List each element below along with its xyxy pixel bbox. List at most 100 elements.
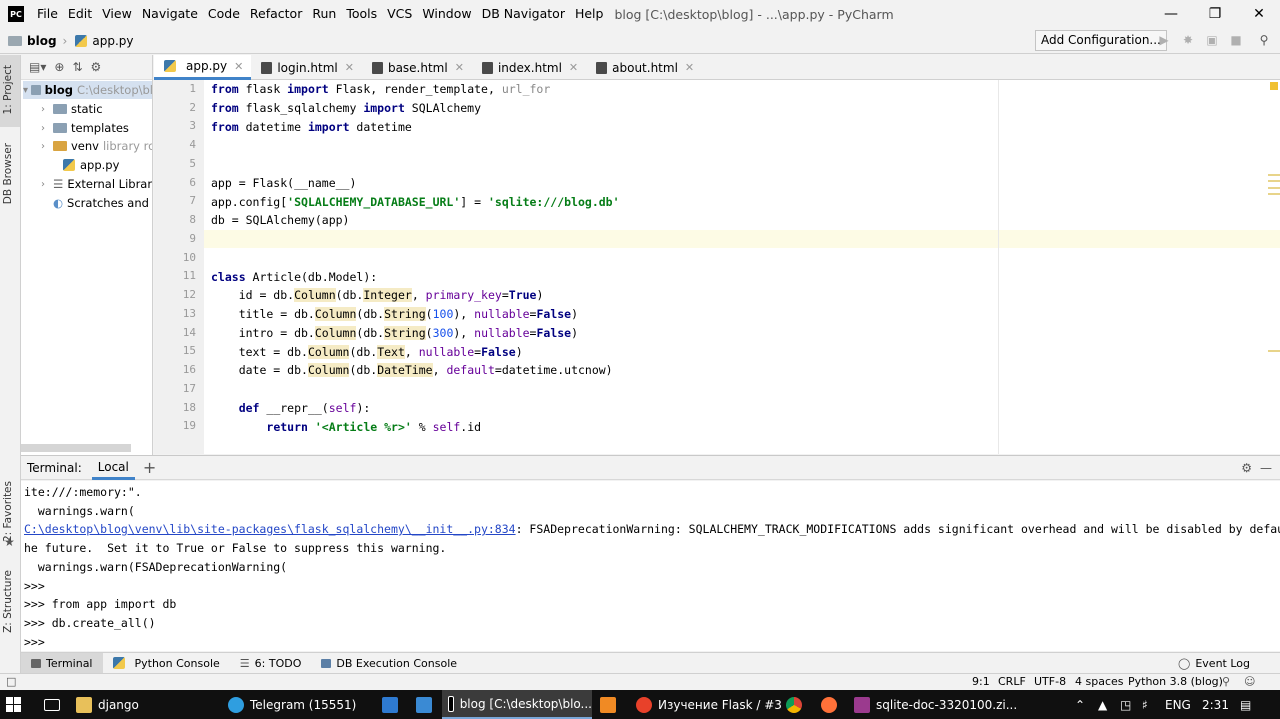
menu-run[interactable]: Run [307,0,341,28]
tab-index-html[interactable]: index.html ✕ [472,55,586,80]
line-number: 13 [182,307,196,320]
windows-start-icon[interactable] [6,690,21,719]
maximize-icon[interactable]: ❐ [1192,0,1238,28]
tool-tab-db-browser[interactable]: DB Browser [2,143,14,204]
indent-setting[interactable]: 4 spaces [1075,675,1124,688]
menu-code[interactable]: Code [203,0,245,28]
hide-panel-icon[interactable]: — [1260,461,1272,475]
search-icon[interactable]: ⚲ [1256,32,1272,48]
tray-network-icon[interactable]: ▲ [1098,690,1107,719]
collapse-icon[interactable]: ⇅ [72,60,82,74]
inspector-icon[interactable]: ☺ [1244,675,1255,688]
menu-refactor[interactable]: Refactor [245,0,307,28]
tab-terminal[interactable]: Terminal [21,652,103,674]
tool-tab-project[interactable]: 1: Project [2,65,14,114]
menu-tools[interactable]: Tools [341,0,382,28]
tab-base-html[interactable]: base.html ✕ [362,55,472,80]
tab-app-py[interactable]: app.py ✕ [154,55,252,80]
tray-wifi-icon[interactable]: ◳ [1120,690,1131,719]
lock-icon[interactable]: ⚲ [1222,675,1230,688]
tree-item-static[interactable]: › static [41,100,103,118]
taskbar-label: Telegram (15551) [250,697,357,712]
code-editor[interactable]: 1 2 3 4 5 6 7 8 9 10 11 12 13 14 15 16 1… [154,80,1280,454]
locate-icon[interactable]: ⊕ [54,60,64,74]
caret-position[interactable]: 9:1 [972,675,990,688]
line-number: 19 [182,419,196,432]
menu-navigate[interactable]: Navigate [137,0,203,28]
taskbar-item-app[interactable] [416,690,432,719]
project-view-icon[interactable]: ▤▾ [29,60,46,74]
warning-marker-icon[interactable] [1270,82,1278,90]
taskbar-item-django[interactable]: django [76,690,139,719]
taskbar-item-yandex[interactable]: Изучение Flask / #3 -... [636,690,802,719]
coverage-icon[interactable]: ▣ [1204,32,1220,48]
breadcrumb-project[interactable]: blog [0,34,57,48]
tree-item-templates[interactable]: › templates [41,119,129,137]
clock[interactable]: 2:31 [1202,690,1229,719]
taskbar-item-vscode[interactable] [382,690,398,719]
tab-label: DB Execution Console [336,656,458,670]
toggle-tool-windows-icon[interactable]: □ [6,675,16,688]
line-separator[interactable]: CRLF [998,675,1026,688]
file-encoding[interactable]: UTF-8 [1034,675,1066,688]
tab-login-html[interactable]: login.html ✕ [251,55,362,80]
notifications-icon[interactable]: ▤ [1240,690,1251,719]
menu-view[interactable]: View [97,0,137,28]
file-link[interactable]: C:\desktop\blog\venv\lib\site-packages\f… [24,522,516,536]
tree-item-app-py[interactable]: app.py [63,156,119,174]
tool-tab-structure[interactable]: Z: Structure [2,570,14,633]
close-tab-icon[interactable]: ✕ [455,61,464,74]
tree-item-venv[interactable]: › venv library roo [41,137,152,155]
gear-icon[interactable]: ⚙ [1241,461,1252,475]
breadcrumb-file[interactable]: app.py [67,34,133,48]
menu-file[interactable]: File [32,0,63,28]
taskbar-item-archive[interactable]: sqlite-doc-3320100.zi... [854,690,1017,719]
close-tab-icon[interactable]: ✕ [234,60,243,73]
event-log-button[interactable]: ◯ Event Log [1168,653,1260,674]
terminal-tab-local[interactable]: Local [91,456,135,480]
menu-window[interactable]: Window [417,0,476,28]
taskbar-label: Изучение Flask / #3 -... [658,697,802,712]
menu-help[interactable]: Help [570,0,609,28]
language-indicator[interactable]: ENG [1165,690,1191,719]
menu-db-navigator[interactable]: DB Navigator [477,0,570,28]
close-icon[interactable]: ✕ [1236,0,1280,28]
close-tab-icon[interactable]: ✕ [569,61,578,74]
add-terminal-icon[interactable]: + [143,458,156,477]
tray-chevron-icon[interactable]: ⌃ [1075,690,1085,719]
taskbar-item-telegram[interactable]: Telegram (15551) [228,690,356,719]
tree-item-scratches[interactable]: ◐ Scratches and Cons [41,194,152,212]
tool-tab-favorites[interactable]: 2: Favorites [2,481,14,542]
tab-about-html[interactable]: about.html ✕ [586,55,702,80]
tree-item-external-libraries[interactable]: › ☰ External Libraries [41,175,152,193]
code-line: from flask_sqlalchemy import SQLAlchemy [211,101,482,115]
task-view-icon[interactable] [44,690,60,719]
minimize-icon[interactable]: — [1148,0,1194,28]
tree-item-blog[interactable]: ▾ blog C:\desktop\bl [23,81,152,99]
terminal-warning-line: C:\desktop\blog\venv\lib\site-packages\f… [24,522,1280,536]
stop-icon[interactable]: ■ [1228,32,1244,48]
windows-taskbar: django Telegram (15551) blog [C:\desktop… [0,690,1280,719]
terminal-line: >>> [24,635,45,649]
tab-python-console[interactable]: Python Console [103,653,230,674]
taskbar-item-pycharm[interactable]: blog [C:\desktop\blo... [442,690,592,719]
close-tab-icon[interactable]: ✕ [345,61,354,74]
tab-todo[interactable]: ☰ 6: TODO [230,653,312,674]
taskbar-item-chrome[interactable] [786,690,802,719]
close-tab-icon[interactable]: ✕ [685,61,694,74]
menu-edit[interactable]: Edit [63,0,97,28]
run-icon[interactable]: ▶ [1156,32,1172,48]
tray-volume-icon[interactable]: ♯ [1142,690,1148,719]
menu-vcs[interactable]: VCS [382,0,417,28]
tab-db-execution-console[interactable]: DB Execution Console [311,653,467,674]
python-interpreter[interactable]: Python 3.8 (blog) [1128,675,1223,688]
project-horizontal-scrollbar[interactable] [21,444,131,452]
debug-icon[interactable]: ✸ [1180,32,1196,48]
gear-icon[interactable]: ⚙ [91,60,102,74]
add-configuration-button[interactable]: Add Configuration... [1035,30,1167,51]
terminal-line: >>> db.create_all() [24,616,156,630]
taskbar-item-firefox[interactable] [821,690,837,719]
taskbar-item-sublime[interactable] [600,690,616,719]
terminal-output[interactable]: ite:///:memory:". warnings.warn( C:\desk… [21,481,1280,651]
taskbar-label: sqlite-doc-3320100.zi... [876,697,1018,712]
